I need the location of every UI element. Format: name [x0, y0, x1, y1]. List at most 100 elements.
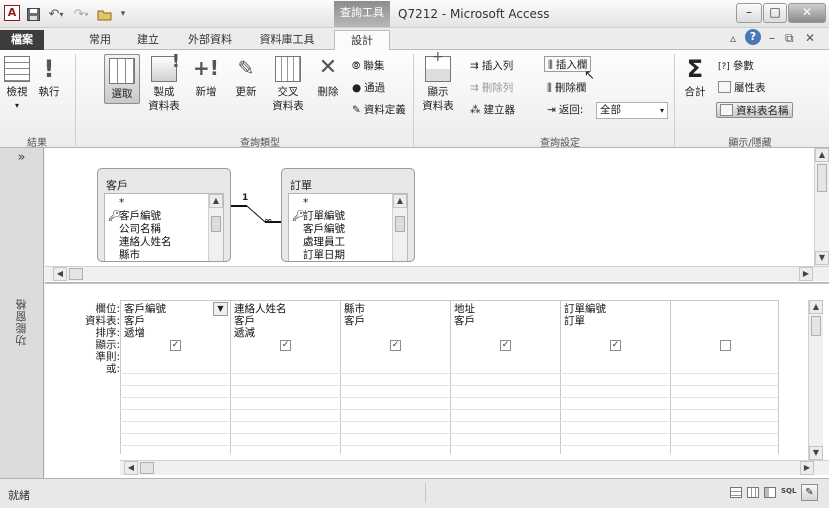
grid-vertical-scrollbar[interactable]: ▲ ▼	[808, 300, 823, 460]
grid-horizontal-scrollbar[interactable]: ◀ ▶	[120, 460, 829, 475]
delete-rows-button[interactable]: ⇉ 刪除列	[470, 80, 513, 96]
diagram-vertical-scrollbar[interactable]: ▲ ▼	[814, 148, 829, 266]
scroll-thumb[interactable]	[817, 164, 827, 192]
field-list-scrollbar[interactable]: ▲	[392, 194, 407, 261]
passthrough-query-button[interactable]: ● 通過	[352, 80, 385, 96]
delete-columns-button[interactable]: ⫼ 刪除欄	[547, 80, 586, 96]
scroll-down-icon[interactable]: ▼	[809, 446, 823, 460]
append-query-button[interactable]: +! 新增	[188, 56, 224, 99]
grid-sort-cell[interactable]	[341, 328, 344, 339]
scroll-up-icon[interactable]: ▲	[809, 300, 823, 314]
expand-nav-pane-button[interactable]: »	[0, 148, 43, 170]
design-view-icon[interactable]: ✎	[801, 484, 818, 501]
customize-qat-icon[interactable]: ▾	[116, 6, 130, 22]
scroll-right-icon[interactable]: ▶	[800, 461, 814, 475]
run-button[interactable]: ! 執行	[34, 56, 64, 99]
insert-rows-button[interactable]: ⇉ 插入列	[470, 58, 513, 74]
scroll-thumb[interactable]	[811, 316, 821, 336]
scroll-thumb[interactable]	[395, 216, 405, 232]
builder-button[interactable]: ⁂ 建立器	[470, 102, 515, 118]
grid-table-cell[interactable]: 客戶	[121, 316, 145, 327]
select-query-button[interactable]: 選取	[104, 54, 140, 104]
scroll-thumb[interactable]	[69, 268, 83, 280]
tab-external-data[interactable]: 外部資料	[180, 30, 240, 50]
scroll-up-icon[interactable]: ▲	[815, 148, 829, 162]
show-checkbox[interactable]: ✓	[500, 340, 511, 351]
update-query-button[interactable]: ✎ 更新	[228, 56, 264, 99]
doc-close-icon[interactable]: ✕	[805, 31, 815, 45]
field-item[interactable]: 連絡人姓名	[119, 236, 172, 248]
field-item[interactable]: 訂單編號	[303, 210, 345, 222]
tab-database-tools[interactable]: 資料庫工具	[252, 30, 322, 50]
grid-table-cell[interactable]: 客戶	[341, 316, 365, 327]
return-select[interactable]: 全部 ▾	[596, 102, 668, 119]
datasheet-view-icon[interactable]	[730, 487, 742, 498]
property-sheet-button[interactable]: 屬性表	[718, 80, 766, 96]
field-dropdown-button[interactable]: ▼	[213, 302, 228, 316]
scroll-thumb[interactable]	[211, 216, 221, 232]
field-item[interactable]: 縣市	[119, 249, 140, 261]
show-checkbox[interactable]: ✓	[170, 340, 181, 351]
tab-file[interactable]: 檔案	[0, 30, 44, 50]
grid-field-cell[interactable]: 訂單編號	[561, 304, 606, 315]
table-names-button[interactable]: 資料表名稱	[716, 102, 793, 118]
totals-button[interactable]: Σ 合計	[680, 56, 710, 99]
grid-field-cell[interactable]: 地址	[451, 304, 475, 315]
save-icon[interactable]	[26, 6, 40, 22]
field-list-scrollbar[interactable]: ▲	[208, 194, 223, 261]
field-item[interactable]: *	[119, 197, 124, 209]
scroll-up-icon[interactable]: ▲	[209, 194, 223, 208]
grid-table-cell[interactable]: 客戶	[451, 316, 475, 327]
scroll-left-icon[interactable]: ◀	[124, 461, 138, 475]
grid-field-cell[interactable]: 客戶編號	[121, 304, 213, 315]
diagram-horizontal-scrollbar[interactable]: ◀ ▶	[45, 266, 829, 281]
grid-sort-cell[interactable]	[451, 328, 454, 339]
sql-view-icon[interactable]: SQL	[781, 487, 796, 495]
close-button[interactable]: ✕	[788, 3, 826, 23]
scroll-thumb[interactable]	[140, 462, 154, 474]
grid-field-cell[interactable]: 連絡人姓名	[231, 304, 287, 315]
pivottable-view-icon[interactable]	[747, 487, 759, 498]
field-list-customers[interactable]: 客戶 * 🔑︎ 客戶編號 公司名稱 連絡人姓名 縣市 ▲	[97, 168, 231, 262]
view-button[interactable]: 檢視 ▾	[2, 56, 32, 113]
grid-sort-cell[interactable]: 遞減	[231, 328, 255, 339]
relationship-line[interactable]	[231, 198, 283, 228]
show-checkbox[interactable]: ✓	[390, 340, 401, 351]
help-icon[interactable]: ?	[745, 29, 761, 45]
field-item[interactable]: 處理員工	[303, 236, 345, 248]
show-table-button[interactable]: + 顯示 資料表	[418, 49, 458, 113]
scroll-right-icon[interactable]: ▶	[799, 267, 813, 281]
redo-icon[interactable]: ↷ ▾	[70, 6, 92, 22]
grid-table-cell[interactable]: 訂單	[561, 316, 585, 327]
collapse-ribbon-icon[interactable]: ▵	[730, 31, 736, 45]
field-item[interactable]: 公司名稱	[119, 223, 161, 235]
delete-query-button[interactable]: ✕ 刪除	[310, 56, 346, 99]
scroll-up-icon[interactable]: ▲	[393, 194, 407, 208]
field-item[interactable]: *	[303, 197, 308, 209]
doc-restore-icon[interactable]: ⧉	[785, 31, 794, 46]
undo-icon[interactable]: ↶ ▾	[45, 6, 67, 22]
crosstab-query-button[interactable]: 交叉 資料表	[268, 56, 308, 113]
data-definition-button[interactable]: ✎ 資料定義	[352, 102, 406, 118]
field-list-orders[interactable]: 訂單 * 🔑︎ 訂單編號 客戶編號 處理員工 訂單日期 ▲	[281, 168, 415, 262]
tab-design[interactable]: 設計	[334, 30, 390, 51]
show-checkbox[interactable]: ✓	[280, 340, 291, 351]
grid-field-cell[interactable]	[671, 304, 674, 315]
grid-sort-cell[interactable]: 遞增	[121, 328, 145, 339]
scroll-down-icon[interactable]: ▼	[815, 251, 829, 265]
parameters-button[interactable]: [?] 參數	[718, 58, 754, 74]
tab-create[interactable]: 建立	[128, 30, 168, 50]
pivotchart-view-icon[interactable]	[764, 487, 776, 498]
union-query-button[interactable]: ⦾ 聯集	[352, 58, 384, 74]
scroll-left-icon[interactable]: ◀	[53, 267, 67, 281]
grid-table-cell[interactable]: 客戶	[231, 316, 255, 327]
show-checkbox[interactable]	[720, 340, 731, 351]
folder-icon[interactable]	[95, 6, 113, 22]
access-app-icon[interactable]: A	[4, 5, 20, 21]
grid-field-cell[interactable]: 縣市	[341, 304, 365, 315]
make-table-button[interactable]: ! 製成 資料表	[144, 51, 184, 113]
tab-home[interactable]: 常用	[80, 30, 120, 50]
maximize-button[interactable]: □	[763, 3, 787, 23]
minimize-button[interactable]: –	[736, 3, 762, 23]
grid-sort-cell[interactable]	[561, 328, 564, 339]
